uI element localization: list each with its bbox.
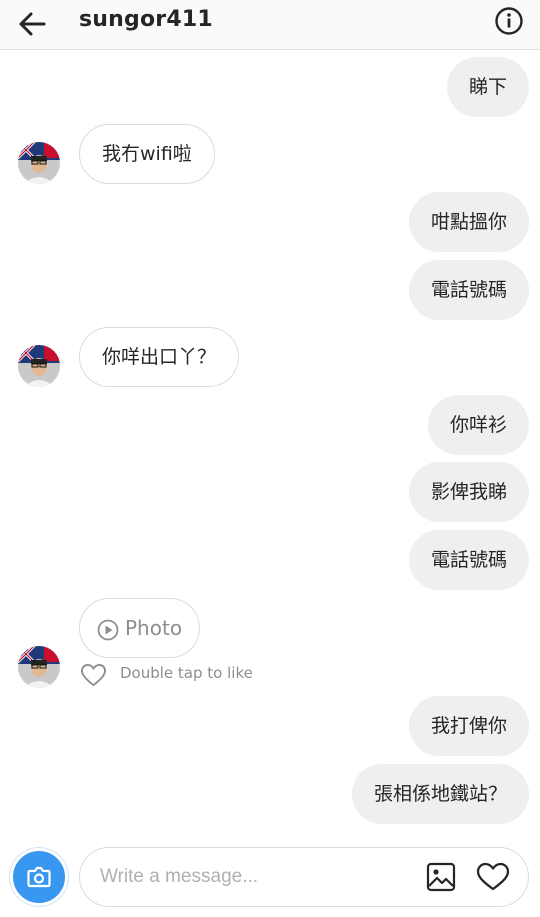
- message-composer: [79, 847, 529, 907]
- info-icon[interactable]: [494, 6, 524, 36]
- photo-message[interactable]: Photo: [79, 598, 200, 658]
- heart-icon[interactable]: [476, 862, 510, 892]
- message-bubble-outgoing[interactable]: 影俾我睇: [408, 462, 529, 522]
- camera-button[interactable]: [10, 848, 68, 906]
- play-circle-icon: [97, 619, 119, 641]
- chat-header: sungor411: [0, 0, 540, 50]
- avatar[interactable]: [18, 646, 60, 688]
- message-bubble-outgoing[interactable]: 電話號碼: [408, 260, 529, 320]
- chat-title[interactable]: sungor411: [79, 7, 213, 32]
- photo-label: Photo: [125, 616, 183, 640]
- message-bubble-outgoing[interactable]: 咁點搵你: [408, 192, 529, 252]
- double-tap-hint: Double tap to like: [120, 664, 253, 682]
- avatar[interactable]: [18, 345, 60, 387]
- message-bubble-outgoing[interactable]: 張相係地鐵站？: [351, 764, 529, 824]
- image-icon[interactable]: [426, 862, 456, 892]
- message-input[interactable]: [100, 862, 410, 892]
- message-bubble-incoming[interactable]: 你咩出口丫？: [79, 327, 240, 387]
- message-bubble-outgoing[interactable]: 我打俾你: [408, 696, 529, 756]
- message-bubble-incoming[interactable]: 我冇wifi啦: [79, 124, 215, 184]
- back-arrow-icon[interactable]: [14, 6, 50, 42]
- message-bubble-outgoing[interactable]: 你咩衫: [427, 395, 529, 455]
- camera-icon: [27, 866, 51, 888]
- message-bubble-outgoing[interactable]: 電話號碼: [408, 530, 529, 590]
- avatar[interactable]: [18, 142, 60, 184]
- heart-outline-icon[interactable]: [80, 663, 107, 687]
- message-bubble-outgoing[interactable]: 睇下: [446, 57, 529, 117]
